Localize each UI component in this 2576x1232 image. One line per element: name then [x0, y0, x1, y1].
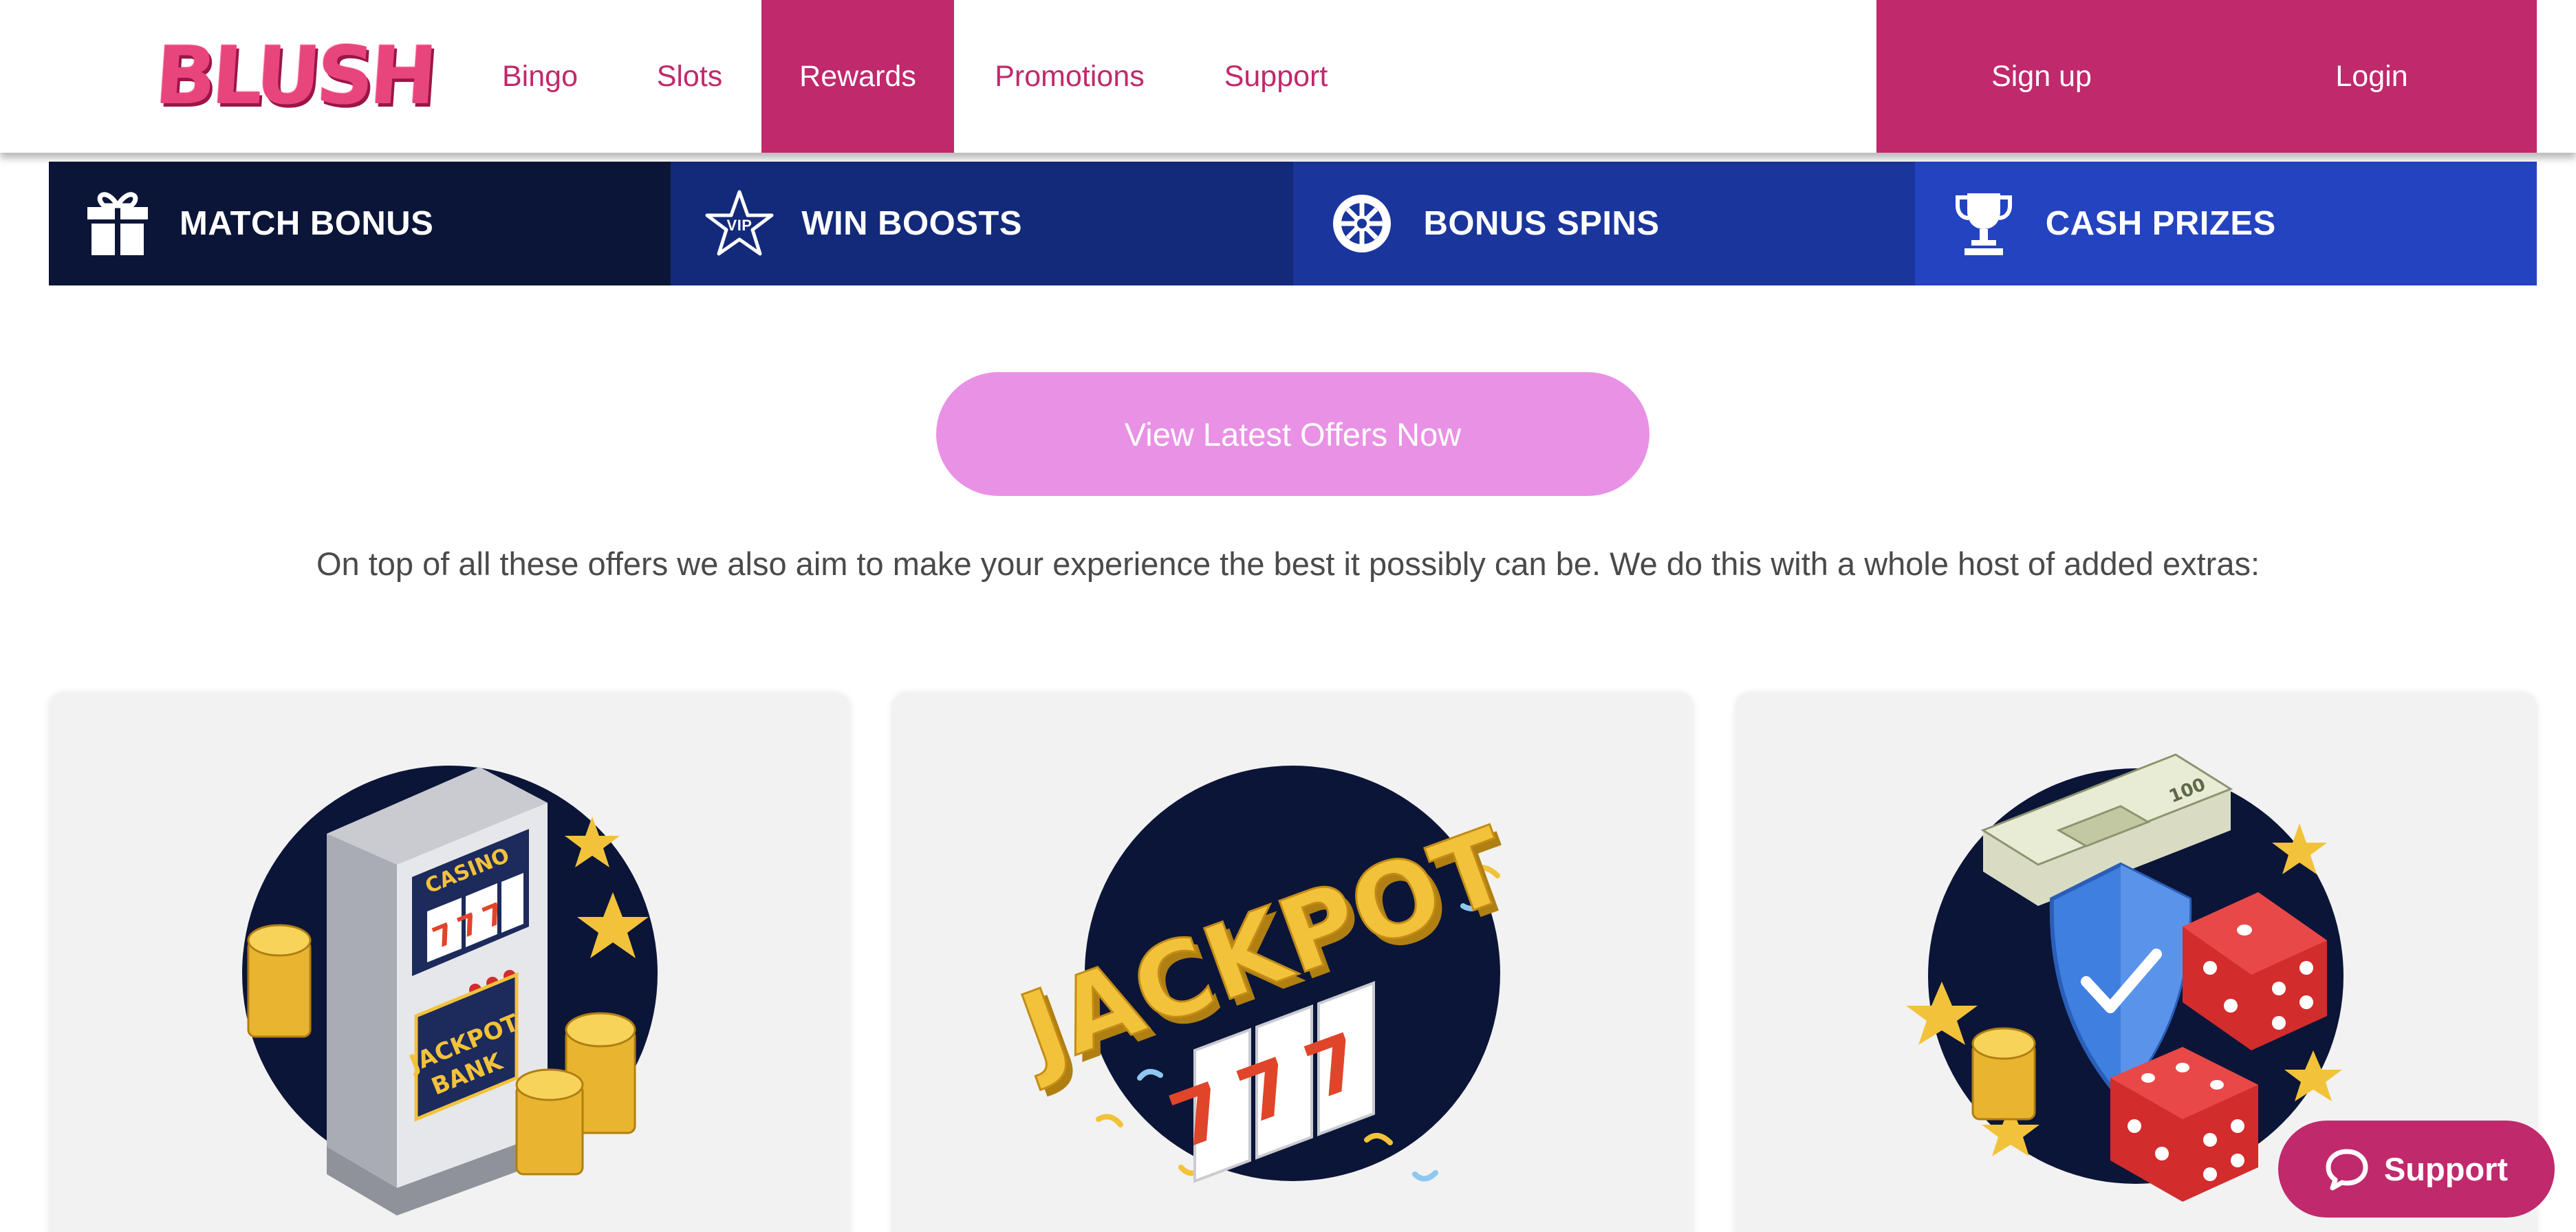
nav-support-label: Support — [1224, 59, 1328, 93]
brand-logo-text: BLUSH — [152, 30, 436, 122]
nav-slots-label: Slots — [656, 59, 723, 93]
support-chat-button[interactable]: Support — [2278, 1121, 2555, 1218]
auth-bar: Sign up Login — [1876, 0, 2537, 153]
login-label: Login — [2335, 59, 2408, 93]
extras-card-jackpot: JACKPOT JACKPOT 777 — [892, 693, 1693, 1232]
feature-bonus-spins: BONUS SPINS — [1292, 162, 1915, 285]
nav-rewards-label: Rewards — [799, 59, 916, 93]
feature-bonus-spins-label: BONUS SPINS — [1423, 205, 1660, 242]
intro-text: On top of all these offers we also aim t… — [316, 545, 2260, 582]
nav-slots[interactable]: Slots — [629, 0, 750, 153]
feature-match-bonus: MATCH BONUS — [49, 162, 671, 285]
nav-promotions[interactable]: Promotions — [977, 0, 1162, 153]
nav-promotions-label: Promotions — [995, 59, 1145, 93]
slot-machine-illustration: CASINO 777 JACKPOT BANK — [242, 766, 658, 1215]
wheel-icon — [1328, 189, 1396, 258]
nav-rewards[interactable]: Rewards — [761, 0, 954, 153]
nav-bingo-label: Bingo — [502, 59, 578, 93]
feature-cash-prizes-label: CASH PRIZES — [2045, 205, 2276, 242]
feature-cash-prizes: CASH PRIZES — [1914, 162, 2537, 285]
feature-bar: MATCH BONUS VIP WIN BOOSTS BONUS SPINS C… — [49, 162, 2537, 285]
brand-logo[interactable]: BLUSH — [152, 30, 435, 122]
view-offers-button[interactable]: View Latest Offers Now — [936, 372, 1649, 496]
nav-support[interactable]: Support — [1204, 0, 1348, 153]
extras-card-slot-machine: CASINO 777 JACKPOT BANK — [49, 693, 850, 1232]
feature-win-boosts-label: WIN BOOSTS — [801, 205, 1023, 242]
vip-star-icon: VIP — [705, 189, 774, 258]
view-offers-label: View Latest Offers Now — [1124, 415, 1462, 453]
feature-win-boosts: VIP WIN BOOSTS — [671, 162, 1293, 285]
signup-button[interactable]: Sign up — [1876, 0, 2207, 153]
site-header: BLUSH Bingo Slots Rewards Promotions Sup… — [0, 0, 2576, 153]
vip-star-text: VIP — [727, 217, 753, 234]
gift-icon — [83, 189, 152, 258]
trophy-icon — [1949, 189, 2018, 258]
jackpot-illustration: JACKPOT JACKPOT 777 — [999, 766, 1531, 1183]
login-button[interactable]: Login — [2207, 0, 2537, 153]
support-chat-label: Support — [2383, 1151, 2509, 1187]
chat-bubble-icon — [2326, 1149, 2368, 1190]
nav-bingo[interactable]: Bingo — [475, 0, 605, 153]
feature-match-bonus-label: MATCH BONUS — [180, 205, 434, 242]
signup-label: Sign up — [1991, 59, 2092, 93]
